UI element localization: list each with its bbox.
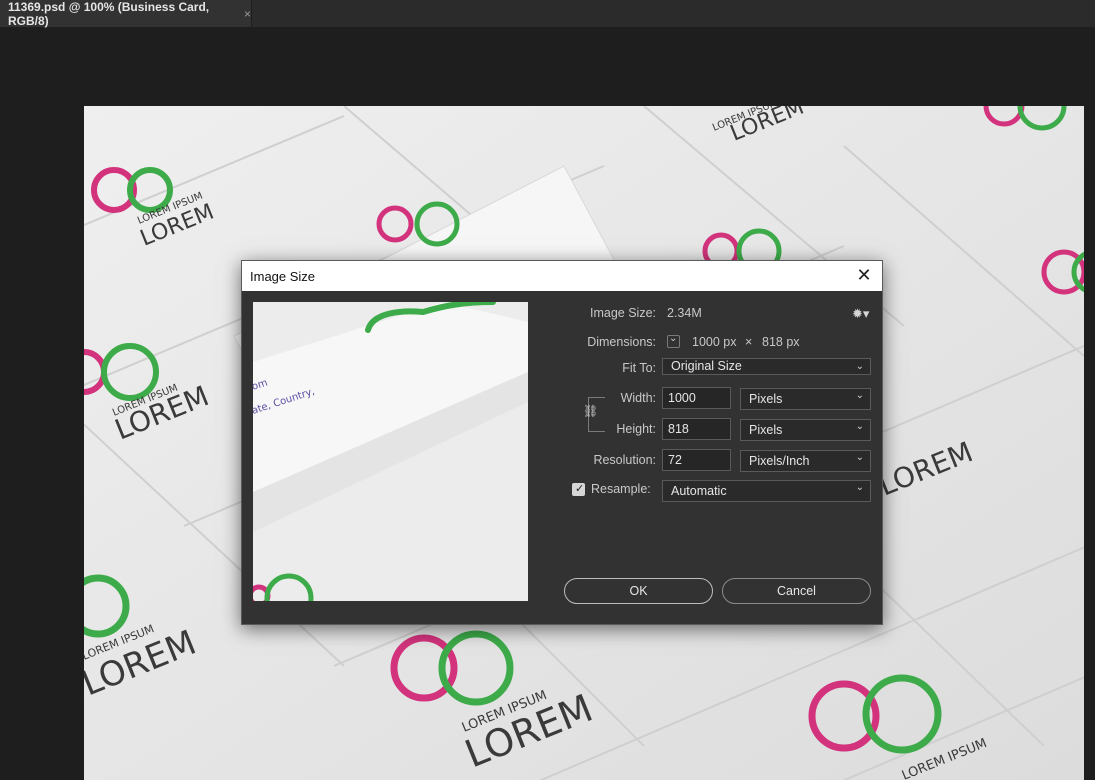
resolution-label: Resolution:	[593, 453, 656, 467]
height-unit-value: Pixels	[749, 423, 783, 437]
resample-select[interactable]: Automatic ⌄	[662, 480, 871, 502]
resolution-input[interactable]: 72	[662, 449, 731, 471]
check-icon: ✓	[575, 483, 585, 495]
ok-button[interactable]: OK	[564, 578, 713, 604]
height-label: Height:	[616, 422, 656, 436]
dimensions-height: 818 px	[762, 335, 800, 349]
fit-to-label: Fit To:	[622, 361, 656, 375]
image-size-value: 2.34M	[667, 306, 702, 320]
fit-to-select[interactable]: Original Size ⌄	[662, 358, 871, 375]
close-icon[interactable]: ×	[244, 7, 251, 21]
dimensions-times: ×	[745, 335, 753, 349]
fit-to-value: Original Size	[671, 359, 742, 373]
height-unit-select[interactable]: Pixels ⌄	[740, 419, 871, 441]
chevron-down-icon: ⌄	[669, 333, 678, 344]
resolution-unit-value: Pixels/Inch	[749, 454, 810, 468]
dialog-title: Image Size	[250, 268, 316, 284]
chevron-down-icon: ⌄	[855, 361, 864, 372]
image-preview[interactable]: om ate, Country,	[253, 302, 528, 601]
resample-label: Resample:	[591, 482, 651, 496]
chevron-down-icon: ⌄	[855, 390, 864, 401]
document-tab[interactable]: 11369.psd @ 100% (Business Card, RGB/8) …	[0, 0, 252, 28]
image-size-dialog: Image Size ✕ om ate, Country, Image Size…	[241, 260, 883, 625]
height-input[interactable]: 818	[662, 418, 731, 440]
image-size-label: Image Size:	[589, 306, 656, 320]
resample-checkbox[interactable]: ✓	[572, 483, 585, 496]
width-input[interactable]: 1000	[662, 387, 731, 409]
preview-image: om ate, Country,	[253, 302, 528, 601]
width-label: Width:	[620, 391, 656, 405]
dimensions-label: Dimensions:	[587, 335, 656, 349]
chevron-down-icon: ⌄	[855, 452, 864, 463]
dimensions-width: 1000 px	[692, 335, 737, 349]
dimensions-toggle[interactable]: ⌄	[667, 333, 680, 348]
chevron-down-icon: ⌄	[855, 421, 864, 432]
resample-value: Automatic	[671, 484, 727, 498]
width-unit-value: Pixels	[749, 392, 783, 406]
width-unit-select[interactable]: Pixels ⌄	[740, 388, 871, 410]
close-icon[interactable]: ✕	[854, 266, 874, 286]
resolution-unit-select[interactable]: Pixels/Inch ⌄	[740, 450, 871, 472]
document-tab-title: 11369.psd @ 100% (Business Card, RGB/8)	[8, 0, 210, 28]
dialog-titlebar[interactable]: Image Size ✕	[242, 261, 882, 291]
gear-icon[interactable]: ✹▾	[852, 306, 869, 322]
cancel-button[interactable]: Cancel	[722, 578, 871, 604]
document-tab-bar: 11369.psd @ 100% (Business Card, RGB/8) …	[0, 0, 1095, 28]
link-icon[interactable]: ⛓	[583, 404, 598, 418]
chevron-down-icon: ⌄	[855, 482, 864, 493]
